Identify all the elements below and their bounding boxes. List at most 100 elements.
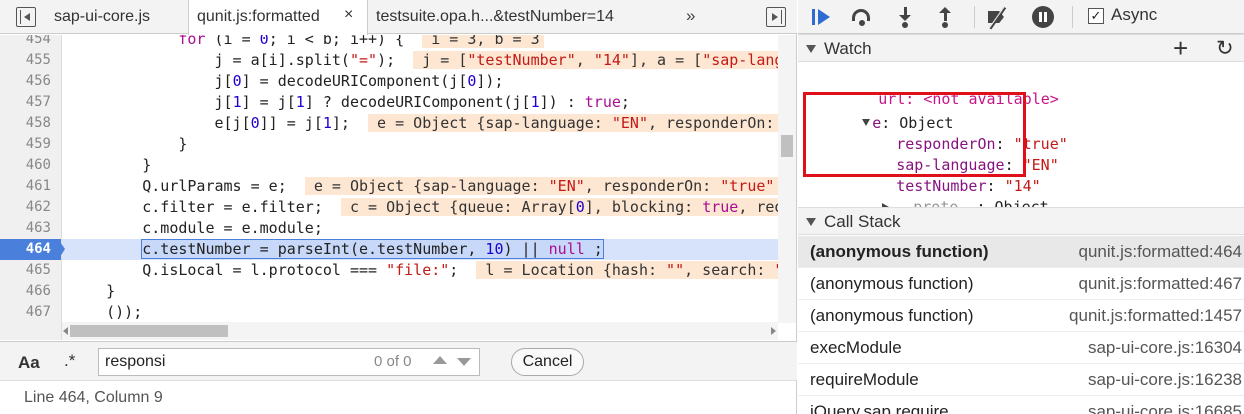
call-frame[interactable]: jQuery.sap.require sap-ui-core.js:16685 [798, 396, 1244, 414]
async-checkbox[interactable]: ✓ [1088, 8, 1104, 24]
current-execution-line[interactable]: 464 c.testNumber = parseInt(e.testNumber… [0, 239, 778, 260]
scroll-thumb[interactable] [781, 135, 793, 157]
search-input[interactable] [98, 348, 480, 376]
line-number[interactable]: 467 [0, 302, 62, 323]
frame-function-name: jQuery.sap.require [810, 402, 949, 414]
add-watch-icon[interactable]: + [1173, 35, 1188, 61]
code-text: e[j[0]] = j[1]; e = Object {sap-language… [70, 113, 778, 134]
deactivate-breakpoints-icon[interactable] [986, 5, 1010, 30]
step-out-icon[interactable] [934, 5, 958, 29]
line-number[interactable]: 457 [0, 92, 62, 113]
code-editor[interactable]: 454 for (i = 0; i < b; i++) { i = 3, b =… [0, 35, 778, 323]
next-match-icon[interactable] [457, 358, 471, 366]
watch-section-header[interactable]: Watch + ↻ [798, 34, 1244, 62]
tab-label: qunit.js:formatted [197, 8, 320, 25]
step-over-icon[interactable] [850, 5, 874, 29]
call-stack-section-header[interactable]: Call Stack [798, 207, 1244, 235]
cursor-position-status: Line 464, Column 9 [24, 389, 163, 406]
code-line[interactable]: 465 Q.isLocal = l.protocol === "file:"; … [0, 260, 778, 281]
call-frame[interactable]: (anonymous function) qunit.js:formatted:4… [798, 268, 1244, 300]
code-line[interactable]: 454 for (i = 0; i < b; i++) { i = 3, b =… [0, 35, 778, 50]
frame-location-link[interactable]: qunit.js:formatted:464 [1079, 236, 1242, 268]
line-number[interactable]: 455 [0, 50, 62, 71]
gutter-filler [0, 322, 62, 340]
call-frame[interactable]: (anonymous function) qunit.js:formatted:1… [798, 300, 1244, 332]
code-line[interactable]: 461 Q.urlParams = e; e = Object {sap-lan… [0, 176, 778, 197]
pause-on-exceptions-icon[interactable] [1031, 5, 1055, 29]
line-number[interactable]: 460 [0, 155, 62, 176]
frame-location-link[interactable]: qunit.js:formatted:1457 [1069, 300, 1242, 332]
line-number[interactable]: 456 [0, 71, 62, 92]
toolbar-divider [974, 6, 975, 28]
step-into-icon[interactable] [894, 5, 918, 29]
code-text: c.filter = e.filter; c = Object {queue: … [70, 197, 778, 218]
frame-function-name: execModule [810, 338, 902, 357]
code-text: Q.isLocal = l.protocol === "file:"; l = … [70, 260, 778, 281]
line-number[interactable]: 459 [0, 134, 62, 155]
line-number[interactable]: 458 [0, 113, 62, 134]
code-text: ()); [70, 303, 143, 321]
match-case-toggle[interactable]: Aa [18, 353, 40, 373]
cancel-search-button[interactable]: Cancel [511, 348, 584, 376]
previous-match-icon[interactable] [433, 356, 447, 364]
frame-function-name: (anonymous function) [810, 274, 974, 293]
scroll-right-icon[interactable] [771, 327, 776, 335]
tab-testsuite[interactable]: testsuite.opa.h...&testNumber=14 [368, 0, 614, 34]
code-line[interactable]: 463 c.module = e.module; [0, 218, 778, 239]
code-line[interactable]: 460 } [0, 155, 778, 176]
watch-title: Watch [824, 39, 872, 58]
toggle-debugger-icon[interactable] [766, 7, 786, 27]
code-line[interactable]: 462 c.filter = e.filter; c = Object {que… [0, 197, 778, 218]
code-text: } [70, 282, 116, 300]
tab-label: testsuite.opa.h...&testNumber=14 [376, 8, 614, 25]
call-stack-title: Call Stack [824, 212, 901, 231]
frame-function-name: (anonymous function) [810, 242, 989, 261]
line-number[interactable]: 466 [0, 281, 62, 302]
match-count: 0 of 0 [374, 353, 412, 370]
call-frame[interactable]: (anonymous function) qunit.js:formatted:4… [798, 236, 1244, 268]
watch-item-url[interactable]: url: <not available> [824, 68, 1059, 108]
code-line[interactable]: 458 e[j[0]] = j[1]; e = Object {sap-lang… [0, 113, 778, 134]
tab-sap-ui-core[interactable]: sap-ui-core.js [46, 0, 150, 34]
more-tabs-icon[interactable]: » [686, 0, 695, 34]
debugger-sidebar: ✓ Async Watch + ↻ url: <not available> e… [798, 0, 1244, 414]
code-line[interactable]: 459 } [0, 134, 778, 155]
code-line[interactable]: 456 j[0] = decodeURIComponent(j[0]); [0, 71, 778, 92]
property-row-proto[interactable]: __proto__: Object [828, 176, 1049, 216]
annotation-highlight-box [803, 92, 1026, 177]
line-number[interactable]: 461 [0, 176, 62, 197]
toggle-navigator-icon[interactable] [16, 7, 36, 27]
frame-location-link[interactable]: sap-ui-core.js:16685 [1088, 396, 1242, 414]
code-line[interactable]: 455 j = a[i].split("="); j = ["testNumbe… [0, 50, 778, 71]
code-line[interactable]: 457 j[1] = j[1] ? decodeURIComponent(j[1… [0, 92, 778, 113]
frame-function-name: (anonymous function) [810, 306, 974, 325]
frame-location-link[interactable]: sap-ui-core.js:16304 [1088, 332, 1242, 364]
call-stack-list: (anonymous function) qunit.js:formatted:4… [798, 236, 1244, 414]
code-line[interactable]: 466 } [0, 281, 778, 302]
expand-triangle-icon [806, 45, 816, 53]
code-line[interactable]: 467 ()); [0, 302, 778, 323]
frame-location-link[interactable]: sap-ui-core.js:16238 [1088, 364, 1242, 396]
toolbar-divider [1072, 6, 1073, 28]
scroll-thumb[interactable] [70, 325, 228, 337]
call-frame[interactable]: execModule sap-ui-core.js:16304 [798, 332, 1244, 364]
line-number[interactable]: 462 [0, 197, 62, 218]
line-number[interactable]: 464 [0, 239, 62, 260]
close-tab-icon[interactable]: × [344, 6, 353, 24]
horizontal-scrollbar[interactable] [62, 322, 778, 340]
call-frame[interactable]: requireModule sap-ui-core.js:16238 [798, 364, 1244, 396]
line-number[interactable]: 454 [0, 35, 62, 50]
line-number[interactable]: 463 [0, 218, 62, 239]
code-text: Q.urlParams = e; e = Object {sap-languag… [70, 176, 778, 197]
regex-toggle[interactable]: .* [64, 351, 75, 371]
scroll-left-icon[interactable] [63, 327, 68, 335]
code-text: j = a[i].split("="); j = ["testNumber", … [70, 50, 778, 71]
frame-location-link[interactable]: qunit.js:formatted:467 [1079, 268, 1242, 300]
line-number[interactable]: 465 [0, 260, 62, 281]
sources-editor-pane: sap-ui-core.js qunit.js:formatted × test… [0, 0, 797, 414]
vertical-scrollbar[interactable] [778, 35, 796, 323]
resume-icon[interactable] [810, 5, 834, 29]
refresh-watch-icon[interactable]: ↻ [1216, 36, 1234, 62]
editor-tab-bar: sap-ui-core.js qunit.js:formatted × test… [0, 0, 797, 35]
tab-qunit-formatted[interactable]: qunit.js:formatted [188, 0, 368, 35]
